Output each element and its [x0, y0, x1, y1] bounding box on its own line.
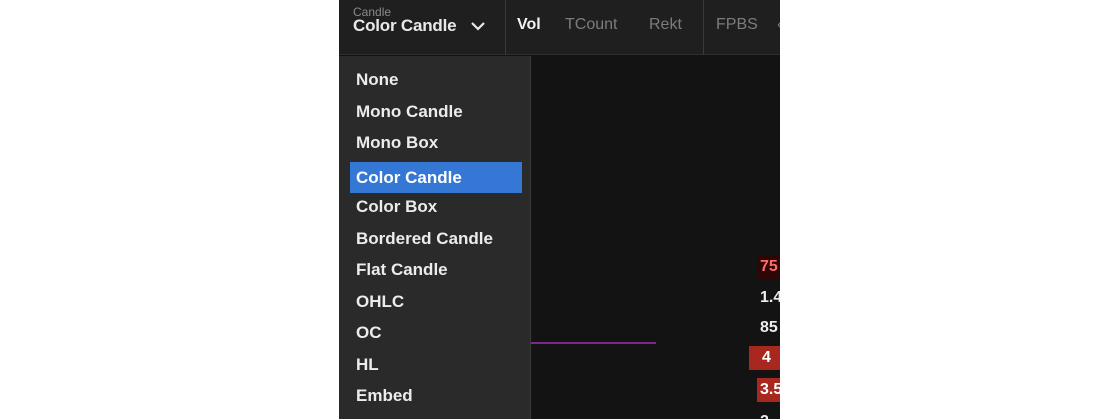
tab-rekt[interactable]: Rekt — [649, 16, 682, 34]
more-tabs-icon[interactable]: ‹ — [777, 16, 780, 34]
price-label: 85 — [760, 319, 778, 336]
chevron-down-icon — [470, 19, 486, 33]
tab-fpbs[interactable]: FPBS — [716, 16, 758, 34]
option-color-candle[interactable]: Color Candle — [350, 162, 522, 193]
option-none[interactable]: None — [350, 64, 522, 95]
price-label: 4 — [749, 346, 780, 370]
option-flat-candle[interactable]: Flat Candle — [350, 254, 522, 285]
candle-value: Color Candle — [353, 16, 457, 35]
option-ohlc[interactable]: OHLC — [350, 286, 522, 317]
option-mono-candle[interactable]: Mono Candle — [350, 96, 522, 127]
option-mono-box[interactable]: Mono Box — [350, 127, 522, 158]
option-embed[interactable]: Embed — [350, 380, 522, 411]
tab-vol[interactable]: Vol — [517, 16, 541, 34]
option-oc[interactable]: OC — [350, 317, 522, 348]
toolbar-divider — [703, 0, 704, 55]
price-label: 2 — [757, 410, 780, 419]
option-bordered-candle[interactable]: Bordered Candle — [350, 223, 522, 254]
tab-tcount[interactable]: TCount — [565, 16, 617, 34]
top-toolbar: Candle Color Candle Vol TCount Rekt FPBS… — [339, 0, 780, 55]
price-label: 75 — [757, 255, 780, 279]
candle-type-select[interactable]: Candle Color Candle — [339, 0, 499, 55]
option-hl[interactable]: HL — [350, 349, 522, 380]
chart-app: Candle Color Candle Vol TCount Rekt FPBS… — [339, 0, 780, 419]
toolbar-divider — [505, 0, 506, 55]
candle-type-dropdown: None Mono Candle Mono Box Color Candle C… — [339, 56, 531, 419]
price-label: 3.5 — [757, 378, 780, 402]
indicator-line — [531, 342, 656, 344]
price-label: 1.4 — [760, 289, 780, 306]
option-color-box[interactable]: Color Box — [350, 191, 522, 222]
chart-area[interactable] — [531, 56, 780, 419]
